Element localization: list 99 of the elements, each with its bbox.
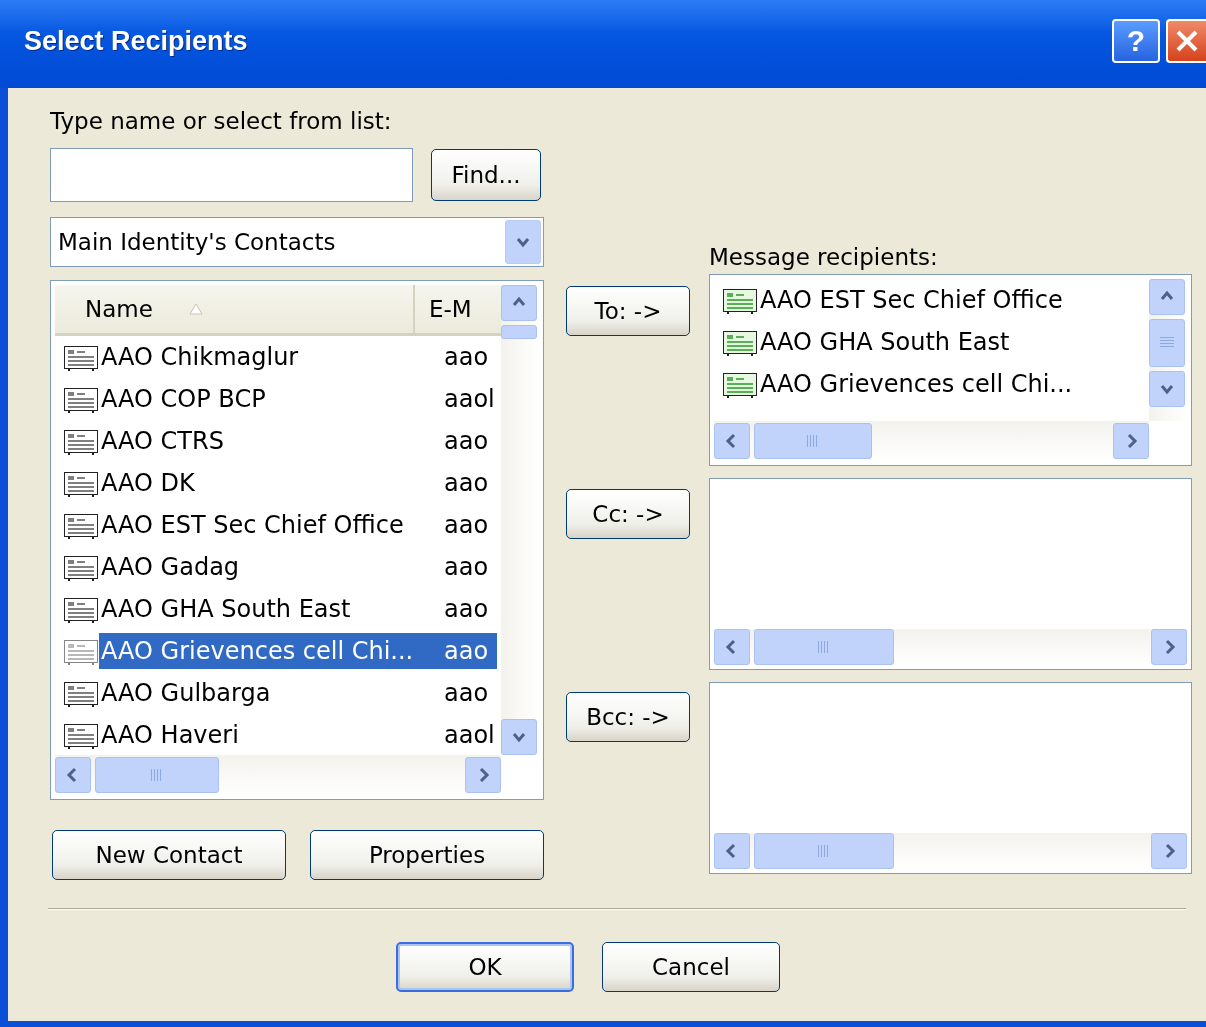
address-book-dropdown[interactable]: Main Identity's Contacts — [50, 217, 544, 267]
recipient-name: AAO EST Sec Chief Office — [759, 285, 1064, 316]
recipient-name: AAO GHA South East — [759, 327, 1011, 358]
contact-row[interactable]: AAO Haveri aaol — [55, 714, 501, 755]
contact-card-icon — [63, 679, 99, 707]
contact-name: AAO GHA South East — [100, 594, 352, 625]
contact-email: aao — [434, 633, 497, 669]
contact-row[interactable]: AAO Chikmaglur aao — [55, 336, 501, 378]
column-header-label: E-M — [429, 296, 472, 322]
close-button[interactable] — [1166, 19, 1206, 63]
contact-name: AAO COP BCP — [100, 384, 267, 415]
contact-card-icon — [63, 721, 99, 749]
scroll-thumb[interactable] — [1149, 319, 1185, 367]
contact-email: aao — [443, 510, 490, 541]
contact-name: AAO Chikmaglur — [100, 342, 300, 373]
column-header[interactable]: E-M — [415, 285, 472, 333]
contact-card-icon — [63, 343, 99, 371]
dialog-button[interactable]: OK — [396, 942, 574, 992]
add-recipient-button[interactable]: To: -> — [566, 286, 690, 336]
contact-row[interactable]: AAO GHA South East aao — [55, 588, 501, 630]
contact-row[interactable]: AAO Grievences cell Chi... aao — [55, 630, 501, 672]
recipient-row[interactable]: AAO GHA South East — [714, 321, 1149, 363]
horizontal-scrollbar[interactable] — [714, 833, 1187, 869]
vertical-scrollbar[interactable] — [501, 285, 539, 755]
column-header[interactable]: Name — [55, 285, 415, 333]
scroll-thumb[interactable] — [754, 423, 872, 459]
contact-name: AAO EST Sec Chief Office — [100, 510, 405, 541]
scroll-down-button[interactable] — [1149, 371, 1185, 407]
contact-card-icon — [63, 595, 99, 623]
scroll-thumb[interactable] — [95, 757, 219, 793]
contact-card-icon — [63, 469, 99, 497]
contact-email: aao — [443, 342, 490, 373]
grip-icon — [818, 641, 830, 653]
contact-email: aaol — [443, 384, 496, 415]
contact-row[interactable]: AAO CTRS aao — [55, 420, 501, 462]
contact-card-icon — [63, 637, 99, 665]
add-recipient-button[interactable]: Bcc: -> — [566, 692, 690, 742]
contact-name: AAO DK — [100, 468, 196, 499]
contact-name: AAO Haveri — [100, 720, 240, 751]
contact-name: AAO Grievences cell Chi... — [99, 633, 434, 669]
scroll-up-button[interactable] — [1149, 279, 1185, 315]
scroll-right-button[interactable] — [1151, 629, 1187, 665]
scroll-left-button[interactable] — [714, 833, 750, 869]
scroll-right-button[interactable] — [465, 757, 501, 793]
scroll-left-button[interactable] — [714, 629, 750, 665]
contact-row[interactable]: AAO DK aao — [55, 462, 501, 504]
scroll-right-button[interactable] — [1113, 423, 1149, 459]
recipient-row[interactable]: AAO EST Sec Chief Office — [714, 279, 1149, 321]
help-button[interactable]: ? — [1112, 19, 1160, 63]
scroll-thumb[interactable] — [501, 325, 537, 339]
field-label: Type name or select from list: — [50, 108, 393, 136]
column-header-label: Name — [85, 296, 153, 322]
scroll-left-button[interactable] — [714, 423, 750, 459]
contact-row[interactable]: AAO COP BCP aaol — [55, 378, 501, 420]
scroll-thumb[interactable] — [754, 833, 894, 869]
scroll-thumb[interactable] — [754, 629, 894, 665]
grip-icon — [1160, 337, 1174, 349]
contact-email: aao — [443, 552, 490, 583]
scroll-right-button[interactable] — [1151, 833, 1187, 869]
contact-card-icon — [722, 286, 758, 314]
scroll-up-button[interactable] — [501, 285, 537, 321]
contact-row[interactable]: AAO EST Sec Chief Office aao — [55, 504, 501, 546]
grip-icon — [807, 435, 819, 447]
horizontal-scrollbar[interactable] — [714, 421, 1149, 461]
contact-email: aaol — [443, 720, 496, 751]
dialog-button[interactable]: Cancel — [602, 942, 780, 992]
horizontal-scrollbar[interactable] — [714, 629, 1187, 665]
contact-email: aao — [443, 594, 490, 625]
close-icon — [1174, 28, 1200, 54]
scroll-down-button[interactable] — [501, 719, 537, 755]
grip-icon — [151, 769, 163, 781]
contact-name: AAO Gadag — [100, 552, 241, 583]
contact-name: AAO CTRS — [100, 426, 225, 457]
add-recipient-button[interactable]: Cc: -> — [566, 489, 690, 539]
recipient-row[interactable]: AAO Grievences cell Chi... — [714, 363, 1149, 405]
vertical-scrollbar[interactable] — [1149, 279, 1187, 421]
contact-card-icon — [722, 370, 758, 398]
field-label: Message recipients: — [709, 244, 939, 272]
scroll-left-button[interactable] — [55, 757, 91, 793]
contact-card-icon — [722, 328, 758, 356]
contact-card-icon — [63, 385, 99, 413]
contact-button[interactable]: Properties — [310, 830, 544, 880]
contact-row[interactable]: AAO Gulbarga aao — [55, 672, 501, 714]
contact-row[interactable]: AAO Gadag aao — [55, 546, 501, 588]
find-button[interactable]: Find... — [431, 149, 541, 201]
dropdown-button[interactable] — [505, 220, 541, 264]
contact-button[interactable]: New Contact — [52, 830, 286, 880]
grip-icon — [818, 845, 830, 857]
contact-card-icon — [63, 553, 99, 581]
contact-card-icon — [63, 427, 99, 455]
contact-email: aao — [443, 468, 490, 499]
contact-name: AAO Gulbarga — [100, 678, 272, 709]
horizontal-scrollbar[interactable] — [55, 755, 501, 795]
window-title: Select Recipients — [24, 25, 249, 57]
contact-email: aao — [443, 678, 490, 709]
contact-card-icon — [63, 511, 99, 539]
contact-email: aao — [443, 426, 490, 457]
recipient-name: AAO Grievences cell Chi... — [759, 369, 1074, 400]
search-field[interactable] — [50, 148, 413, 202]
